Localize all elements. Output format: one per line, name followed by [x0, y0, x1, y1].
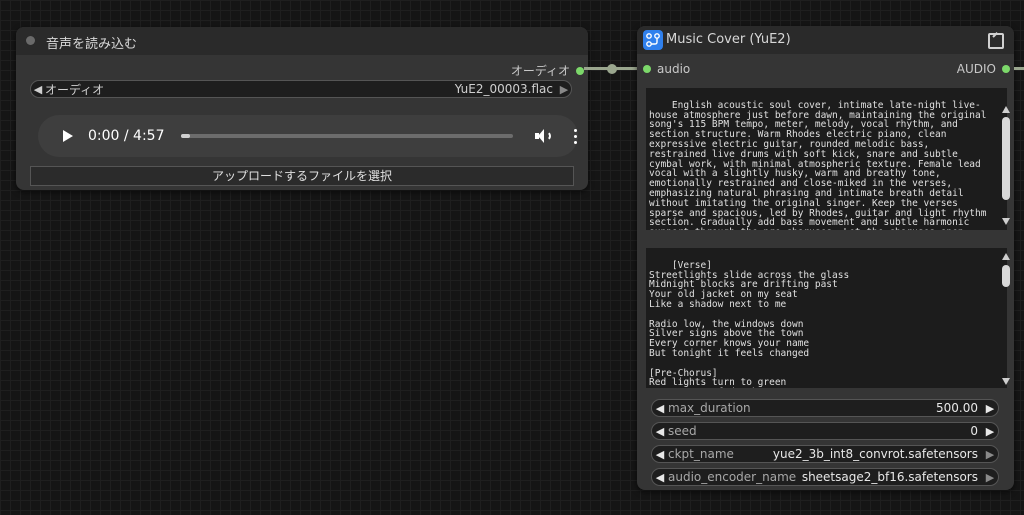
upload-file-button[interactable]: アップロードするファイルを選択 — [30, 166, 574, 186]
scroll-down-icon[interactable] — [1002, 378, 1010, 385]
widget-value: yue2_3b_int8_convrot.safetensors — [772, 447, 978, 461]
ckpt-name-combo[interactable]: ◀ ckpt_name yue2_3b_int8_convrot.safeten… — [651, 445, 999, 463]
arrow-right-icon[interactable]: ▶ — [982, 471, 998, 484]
load-audio-node[interactable]: 音声を読み込む オーディオ ◀ オーディオ YuE2_00003.flac ▶ … — [16, 27, 588, 190]
arrow-right-icon[interactable]: ▶ — [557, 83, 571, 96]
volume-icon[interactable] — [535, 129, 553, 143]
scroll-thumb[interactable] — [1002, 265, 1010, 287]
arrow-left-icon[interactable]: ◀ — [652, 425, 668, 438]
max-duration-widget[interactable]: ◀ max_duration 500.00 ▶ — [651, 399, 999, 417]
output-slot-audio[interactable]: オーディオ — [511, 62, 588, 79]
input-slot-audio[interactable]: audio — [637, 62, 690, 76]
input-connector-icon[interactable] — [643, 65, 651, 73]
prompt-scrollbar[interactable] — [1002, 106, 1010, 225]
scroll-thumb[interactable] — [1002, 117, 1010, 200]
arrow-left-icon[interactable]: ◀ — [652, 471, 668, 484]
arrow-left-icon[interactable]: ◀ — [31, 83, 45, 96]
link-midpoint-handle[interactable] — [607, 64, 617, 74]
combo-value: YuE2_00003.flac — [454, 82, 553, 96]
output-slot-label: オーディオ — [510, 64, 570, 78]
widget-value: 0 — [970, 424, 978, 438]
scroll-up-icon[interactable] — [1002, 253, 1010, 260]
output-connector-icon[interactable] — [1002, 65, 1010, 73]
lyrics-scrollbar[interactable] — [1002, 253, 1010, 388]
node-title: Music Cover (YuE2) — [666, 32, 791, 47]
node-title: 音声を読み込む — [46, 37, 138, 52]
seed-widget[interactable]: ◀ seed 0 ▶ — [651, 422, 999, 440]
audio-file-combo[interactable]: ◀ オーディオ YuE2_00003.flac ▶ — [30, 80, 572, 98]
scroll-up-icon[interactable] — [1002, 106, 1010, 113]
widget-label: audio_encoder_name — [668, 470, 797, 484]
arrow-left-icon[interactable]: ◀ — [652, 402, 668, 415]
arrow-right-icon[interactable]: ▶ — [982, 448, 998, 461]
outgoing-link-stub — [1014, 67, 1024, 70]
prompt-text: English acoustic soul cover, intimate la… — [649, 99, 987, 230]
prompt-textarea[interactable]: English acoustic soul cover, intimate la… — [646, 88, 1007, 230]
seek-progress — [180, 134, 191, 138]
lyrics-text: [Verse] Streetlights slide across the gl… — [649, 259, 850, 388]
seek-bar[interactable] — [180, 134, 514, 138]
input-slot-label: audio — [657, 62, 691, 76]
more-vert-icon[interactable] — [574, 128, 578, 144]
widget-label: seed — [668, 424, 697, 438]
audio-player[interactable]: 0:00 / 4:57 — [38, 115, 578, 157]
output-slot-audio[interactable]: AUDIO — [957, 62, 1014, 76]
widget-value: sheetsage2_bf16.safetensors — [801, 470, 978, 484]
node-header[interactable]: Music Cover (YuE2) — [637, 26, 1014, 54]
arrow-right-icon[interactable]: ▶ — [982, 402, 998, 415]
play-icon[interactable] — [63, 130, 73, 142]
node-app-icon — [643, 30, 663, 50]
status-dot-icon — [26, 36, 35, 45]
scroll-down-icon[interactable] — [1002, 218, 1010, 225]
expand-icon[interactable] — [988, 33, 1004, 49]
widget-value: 500.00 — [936, 401, 978, 415]
node-header[interactable]: 音声を読み込む — [16, 27, 588, 55]
output-slot-label: AUDIO — [956, 62, 996, 76]
arrow-right-icon[interactable]: ▶ — [982, 425, 998, 438]
time-display: 0:00 / 4:57 — [88, 128, 165, 144]
arrow-left-icon[interactable]: ◀ — [652, 448, 668, 461]
audio-encoder-combo[interactable]: ◀ audio_encoder_name sheetsage2_bf16.saf… — [651, 468, 999, 486]
widget-label: max_duration — [668, 401, 751, 415]
music-cover-node[interactable]: Music Cover (YuE2) audio AUDIO English a… — [637, 26, 1014, 490]
widget-label: ckpt_name — [668, 447, 734, 461]
output-connector-icon[interactable] — [576, 66, 584, 75]
combo-label: オーディオ — [45, 82, 105, 97]
lyrics-textarea[interactable]: [Verse] Streetlights slide across the gl… — [646, 248, 1007, 388]
